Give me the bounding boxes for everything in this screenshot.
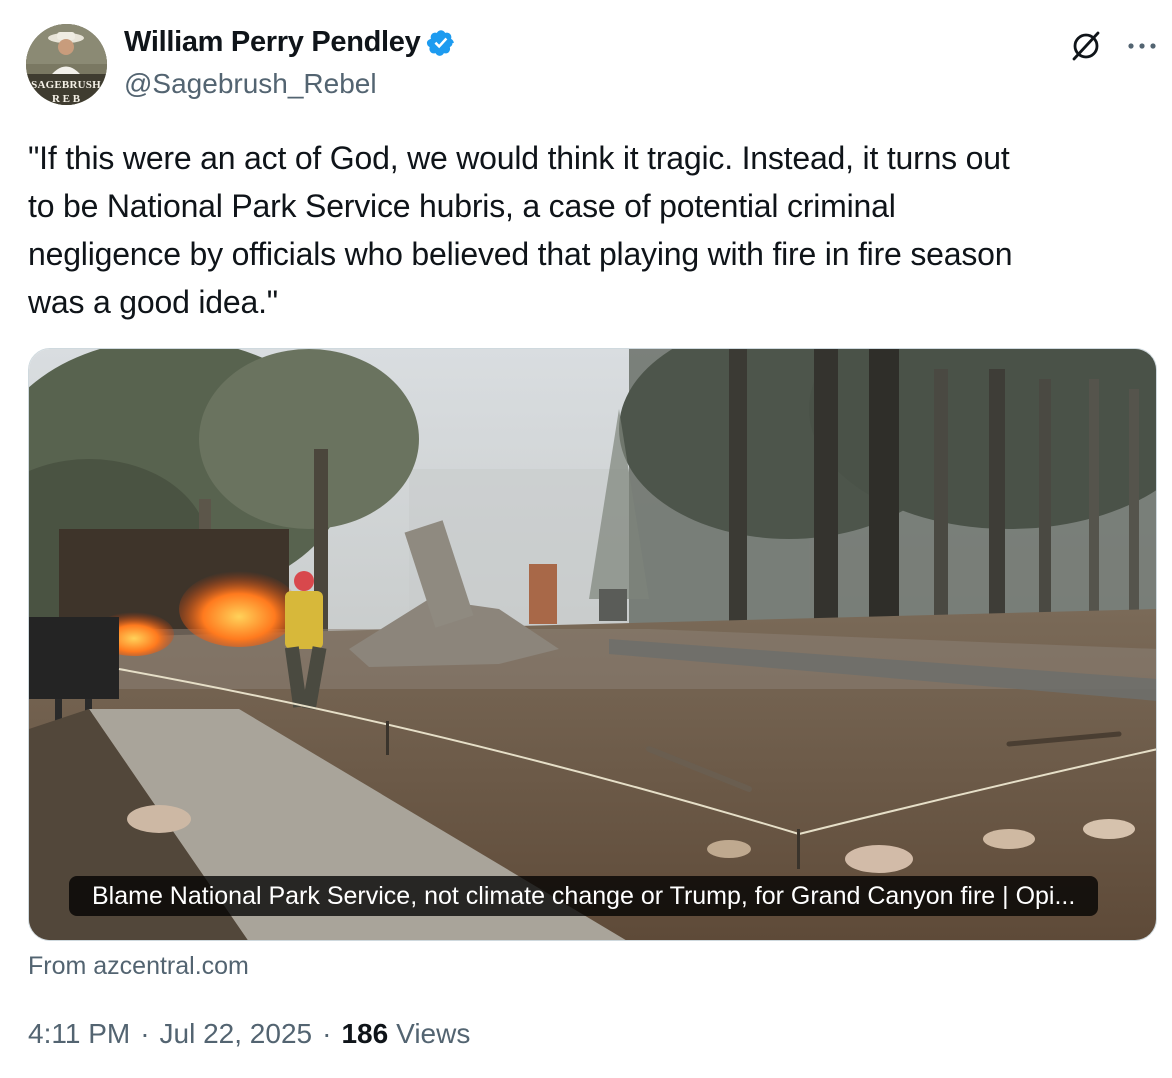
views-count[interactable]: 186 xyxy=(341,1018,388,1050)
views-label[interactable]: Views xyxy=(396,1018,470,1050)
meta-separator: · xyxy=(322,1018,332,1049)
svg-text:R E B: R E B xyxy=(52,93,81,105)
tweet-time[interactable]: 4:11 PM xyxy=(28,1018,130,1050)
tweet-text: "If this were an act of God, we would th… xyxy=(28,140,1013,320)
tweet-date[interactable]: Jul 22, 2025 xyxy=(160,1018,313,1050)
avatar[interactable]: SAGEBRUSH R E B xyxy=(26,24,107,105)
card-title[interactable]: Blame National Park Service, not climate… xyxy=(69,876,1099,916)
tweet[interactable]: SAGEBRUSH R E B William Perry Pendley @S… xyxy=(0,0,1172,1078)
svg-text:SAGEBRUSH: SAGEBRUSH xyxy=(31,79,101,91)
card-image xyxy=(29,349,1156,940)
more-options-icon[interactable] xyxy=(1124,34,1160,58)
author-name-row[interactable]: William Perry Pendley xyxy=(124,26,456,59)
tweet-meta: 4:11 PM · Jul 22, 2025 · 186 Views xyxy=(28,1018,470,1050)
meta-separator: · xyxy=(140,1018,150,1049)
avatar-image: SAGEBRUSH R E B xyxy=(26,24,107,105)
link-card[interactable]: Blame National Park Service, not climate… xyxy=(28,348,1157,941)
grok-icon[interactable] xyxy=(1068,28,1104,64)
card-source[interactable]: From azcentral.com xyxy=(28,952,249,981)
verified-badge-icon[interactable] xyxy=(426,28,456,58)
author-handle[interactable]: @Sagebrush_Rebel xyxy=(124,68,377,100)
author-display-name[interactable]: William Perry Pendley xyxy=(124,26,421,59)
